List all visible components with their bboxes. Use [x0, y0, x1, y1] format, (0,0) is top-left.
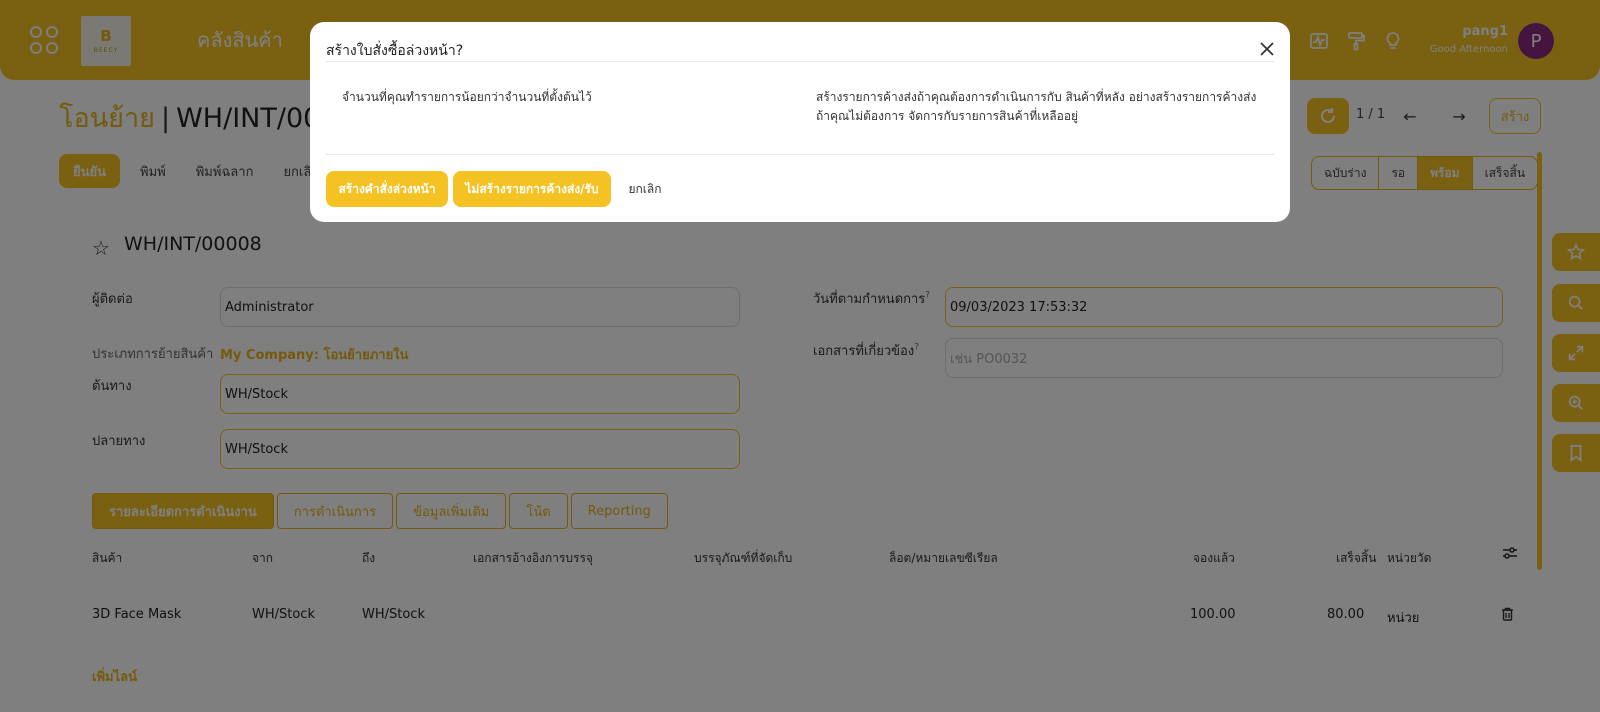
- no-backorder-button[interactable]: ไม่สร้างรายการค้างส่ง/รับ: [453, 171, 611, 207]
- dialog-message-left: จำนวนที่คุณทำรายการน้อยกว่าจำนวนที่ตั้งต…: [342, 90, 592, 104]
- dialog-title: สร้างใบสั่งซื้อล่วงหน้า?: [326, 43, 464, 59]
- backorder-dialog: สร้างใบสั่งซื้อล่วงหน้า? จำนวนที่คุณทำรา…: [310, 22, 1290, 222]
- divider: [326, 61, 1274, 62]
- dialog-message-right: สร้างรายการค้างส่งถ้าคุณต้องการดำเนินการ…: [816, 90, 1257, 123]
- dialog-cancel-button[interactable]: ยกเลิก: [615, 171, 675, 207]
- divider: [326, 154, 1274, 155]
- create-backorder-button[interactable]: สร้างคำสั่งล่วงหน้า: [326, 171, 448, 207]
- close-icon[interactable]: [1258, 40, 1276, 58]
